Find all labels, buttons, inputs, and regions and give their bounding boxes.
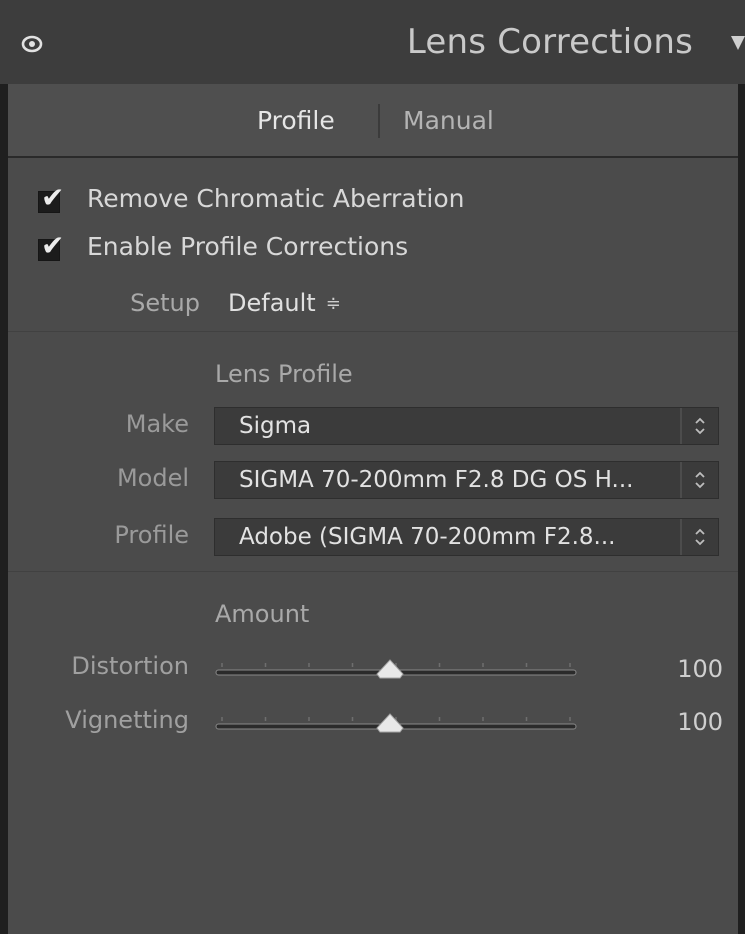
slider-graphic <box>215 713 577 733</box>
checkbox-label: Remove Chromatic Aberration <box>87 184 465 213</box>
slider-graphic <box>215 659 577 679</box>
make-value: Sigma <box>239 413 312 439</box>
panel-header[interactable]: Lens Corrections <box>0 0 745 85</box>
make-select[interactable]: Sigma <box>214 407 719 445</box>
panel-title: Lens Corrections <box>406 22 693 62</box>
tab-bar: Profile Manual <box>8 84 738 158</box>
checkbox-box[interactable]: ✔ <box>38 184 64 213</box>
profile-select[interactable]: Adobe (SIGMA 70-200mm F2.8... <box>214 518 719 556</box>
model-label: Model <box>116 464 189 492</box>
tab-profile[interactable]: Profile <box>257 106 335 135</box>
section-divider <box>8 571 738 572</box>
section-divider <box>8 331 738 332</box>
vignetting-label: Vignetting <box>65 706 189 734</box>
lens-corrections-panel: Lens Corrections Profile Manual ✔ Remove… <box>0 0 745 934</box>
setup-value: Default <box>228 289 316 317</box>
setup-dropdown[interactable]: Default ≑ <box>228 289 341 317</box>
eye-icon[interactable] <box>21 33 43 55</box>
vignetting-value[interactable]: 100 <box>677 708 723 736</box>
panel-left-edge <box>0 84 8 934</box>
select-arrows-icon <box>680 462 718 498</box>
select-arrows-icon <box>680 519 718 555</box>
tab-manual[interactable]: Manual <box>403 106 494 135</box>
model-value: SIGMA 70-200mm F2.8 DG OS H... <box>239 467 634 493</box>
vignetting-slider[interactable] <box>214 708 580 738</box>
slider-thumb <box>376 659 404 679</box>
distortion-value[interactable]: 100 <box>677 655 723 683</box>
make-label: Make <box>125 410 189 438</box>
profile-label: Profile <box>114 521 189 549</box>
panel-right-edge <box>738 84 745 934</box>
lens-profile-heading: Lens Profile <box>215 360 353 388</box>
select-arrows-icon <box>680 408 718 444</box>
distortion-slider[interactable] <box>214 654 580 684</box>
checkbox-box[interactable]: ✔ <box>38 232 64 261</box>
slider-thumb <box>376 713 404 733</box>
checkmark-icon: ✔ <box>41 181 65 214</box>
distortion-label: Distortion <box>71 652 189 680</box>
amount-heading: Amount <box>215 600 310 628</box>
checkmark-icon: ✔ <box>41 229 65 262</box>
collapse-triangle-icon[interactable] <box>731 34 745 54</box>
updown-arrows-icon: ≑ <box>325 293 341 314</box>
model-select[interactable]: SIGMA 70-200mm F2.8 DG OS H... <box>214 461 719 499</box>
profile-value: Adobe (SIGMA 70-200mm F2.8... <box>239 524 616 550</box>
checkbox-label: Enable Profile Corrections <box>87 232 409 261</box>
setup-label: Setup <box>130 289 200 317</box>
tab-separator <box>378 104 380 138</box>
